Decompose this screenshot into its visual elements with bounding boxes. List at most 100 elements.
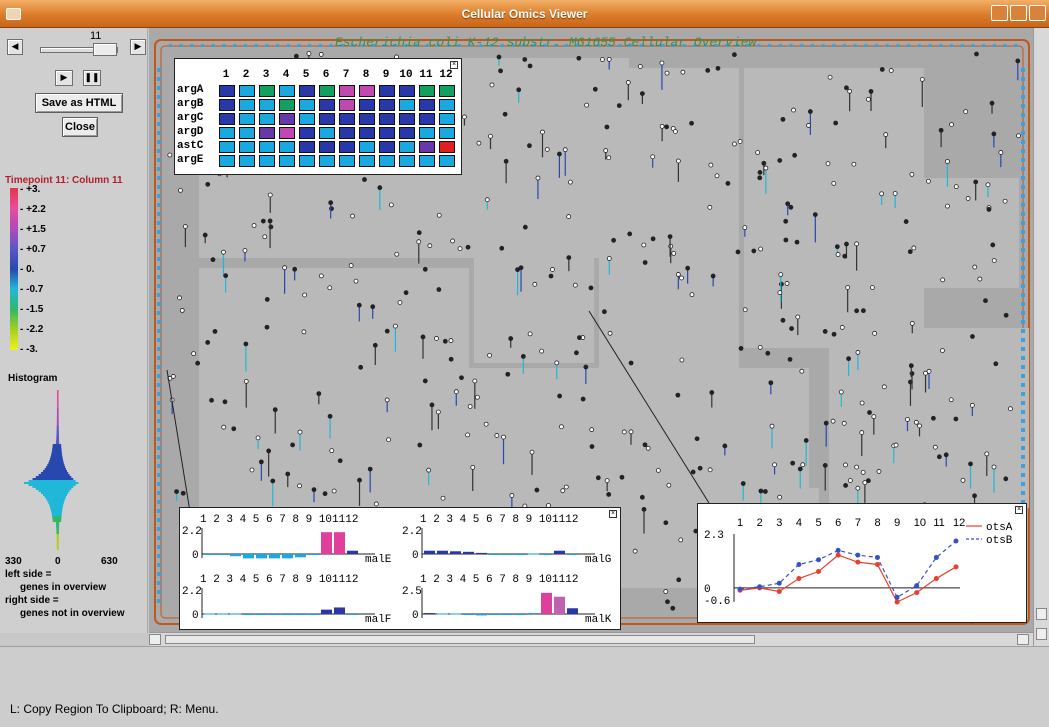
cellular-overview-canvas[interactable]: Escherichia coli K-12 substr. MG1655 Cel… bbox=[149, 28, 1033, 632]
heatmap-cell[interactable] bbox=[319, 113, 335, 125]
scroll-up-icon[interactable] bbox=[1036, 608, 1047, 620]
heatmap-cell[interactable] bbox=[359, 155, 375, 167]
heatmap-cell[interactable] bbox=[239, 85, 255, 97]
heatmap-cell[interactable] bbox=[339, 155, 355, 167]
heatmap-cell[interactable] bbox=[439, 141, 455, 153]
heatmap-cell[interactable] bbox=[279, 127, 295, 139]
heatmap-cell[interactable] bbox=[419, 141, 435, 153]
heatmap-cell[interactable] bbox=[239, 99, 255, 111]
heatmap-cell[interactable] bbox=[379, 127, 395, 139]
step-forward-icon[interactable]: ▶ bbox=[130, 39, 146, 55]
minimize-icon[interactable] bbox=[991, 5, 1008, 21]
heatmap-cell[interactable] bbox=[419, 113, 435, 125]
scroll-down-icon[interactable] bbox=[1036, 628, 1047, 640]
heatmap-cell[interactable] bbox=[419, 127, 435, 139]
heatmap-cell[interactable] bbox=[259, 127, 275, 139]
heatmap-cell[interactable] bbox=[359, 99, 375, 111]
heatmap-cell[interactable] bbox=[239, 141, 255, 153]
bar-chart-popup[interactable]: × 1 2 3 4 5 6 7 8 9 101112 2.2 0 malE 1 2 3 … bbox=[179, 507, 621, 630]
scroll-right-icon[interactable] bbox=[1017, 634, 1029, 645]
heatmap-cell[interactable] bbox=[339, 113, 355, 125]
heatmap-cell[interactable] bbox=[219, 85, 235, 97]
horizontal-scrollbar[interactable] bbox=[149, 632, 1033, 646]
close-window-icon[interactable] bbox=[1029, 5, 1046, 21]
transporter-node bbox=[832, 44, 836, 47]
line-chart-popup[interactable]: × 1 2 3 4 5 6 7 8 9 10 11 12 2.3 0 -0.6 otsA otsB bbox=[697, 503, 1027, 623]
heatmap-cell[interactable] bbox=[399, 85, 415, 97]
heatmap-cell[interactable] bbox=[339, 141, 355, 153]
vertical-scrollbar[interactable] bbox=[1033, 28, 1049, 646]
heatmap-cell[interactable] bbox=[379, 141, 395, 153]
heatmap-cell[interactable] bbox=[399, 127, 415, 139]
heatmap-cell[interactable] bbox=[359, 141, 375, 153]
heatmap-cell[interactable] bbox=[419, 85, 435, 97]
bar bbox=[243, 554, 254, 559]
heatmap-cell[interactable] bbox=[279, 155, 295, 167]
heatmap-cell[interactable] bbox=[299, 99, 315, 111]
heatmap-cell[interactable] bbox=[239, 127, 255, 139]
heatmap-cell[interactable] bbox=[319, 155, 335, 167]
slider-thumb[interactable] bbox=[93, 43, 117, 56]
heatmap-cell[interactable] bbox=[319, 85, 335, 97]
heatmap-cell[interactable] bbox=[359, 113, 375, 125]
heatmap-cell[interactable] bbox=[219, 113, 235, 125]
heatmap-cell[interactable] bbox=[319, 141, 335, 153]
heatmap-cell[interactable] bbox=[399, 141, 415, 153]
heatmap-cell[interactable] bbox=[379, 113, 395, 125]
heatmap-close-icon[interactable]: × bbox=[450, 61, 458, 69]
heatmap-cell[interactable] bbox=[299, 113, 315, 125]
heatmap-cell[interactable] bbox=[259, 155, 275, 167]
pathway-node bbox=[792, 152, 798, 158]
horizontal-scroll-thumb[interactable] bbox=[165, 635, 755, 644]
pathway-node bbox=[742, 225, 748, 231]
heatmap-cell[interactable] bbox=[219, 99, 235, 111]
heatmap-cell[interactable] bbox=[239, 113, 255, 125]
pause-icon[interactable]: ❚❚ bbox=[83, 70, 101, 86]
heatmap-popup[interactable]: × 1 2 3 4 5 6 7 8 9 10 11 12 argA argB argC argD astC ar… bbox=[174, 58, 462, 175]
heatmap-cell[interactable] bbox=[379, 85, 395, 97]
heatmap-cell[interactable] bbox=[219, 155, 235, 167]
heatmap-cell[interactable] bbox=[299, 127, 315, 139]
heatmap-cell[interactable] bbox=[379, 99, 395, 111]
play-icon[interactable]: ▶ bbox=[55, 70, 73, 86]
step-back-icon[interactable]: ◀ bbox=[7, 39, 23, 55]
heatmap-cell[interactable] bbox=[259, 141, 275, 153]
save-as-html-button[interactable]: Save as HTML bbox=[35, 93, 123, 113]
scroll-left-icon[interactable] bbox=[149, 634, 161, 645]
heatmap-cell[interactable] bbox=[439, 113, 455, 125]
heatmap-cell[interactable] bbox=[339, 85, 355, 97]
heatmap-cell[interactable] bbox=[299, 141, 315, 153]
heatmap-cell[interactable] bbox=[279, 113, 295, 125]
maximize-icon[interactable] bbox=[1010, 5, 1027, 21]
heatmap-cell[interactable] bbox=[439, 99, 455, 111]
heatmap-cell[interactable] bbox=[359, 127, 375, 139]
heatmap-cell[interactable] bbox=[219, 141, 235, 153]
heatmap-cell[interactable] bbox=[279, 141, 295, 153]
heatmap-cell[interactable] bbox=[319, 99, 335, 111]
close-button[interactable]: Close bbox=[62, 117, 98, 137]
pathway-node bbox=[844, 85, 849, 91]
heatmap-cell[interactable] bbox=[339, 99, 355, 111]
bar bbox=[554, 550, 565, 554]
heatmap-cell[interactable] bbox=[279, 85, 295, 97]
heatmap-cell[interactable] bbox=[299, 155, 315, 167]
heatmap-cell[interactable] bbox=[419, 99, 435, 111]
heatmap-cell[interactable] bbox=[339, 127, 355, 139]
heatmap-cell[interactable] bbox=[259, 99, 275, 111]
heatmap-cell[interactable] bbox=[439, 127, 455, 139]
heatmap-cell[interactable] bbox=[259, 85, 275, 97]
heatmap-cell[interactable] bbox=[259, 113, 275, 125]
heatmap-cell[interactable] bbox=[359, 85, 375, 97]
heatmap-cell[interactable] bbox=[439, 85, 455, 97]
heatmap-cell[interactable] bbox=[319, 127, 335, 139]
heatmap-cell[interactable] bbox=[419, 155, 435, 167]
heatmap-cell[interactable] bbox=[219, 127, 235, 139]
heatmap-cell[interactable] bbox=[299, 85, 315, 97]
heatmap-cell[interactable] bbox=[439, 155, 455, 167]
heatmap-cell[interactable] bbox=[279, 99, 295, 111]
heatmap-cell[interactable] bbox=[379, 155, 395, 167]
heatmap-cell[interactable] bbox=[399, 113, 415, 125]
heatmap-cell[interactable] bbox=[399, 99, 415, 111]
heatmap-cell[interactable] bbox=[399, 155, 415, 167]
heatmap-cell[interactable] bbox=[239, 155, 255, 167]
